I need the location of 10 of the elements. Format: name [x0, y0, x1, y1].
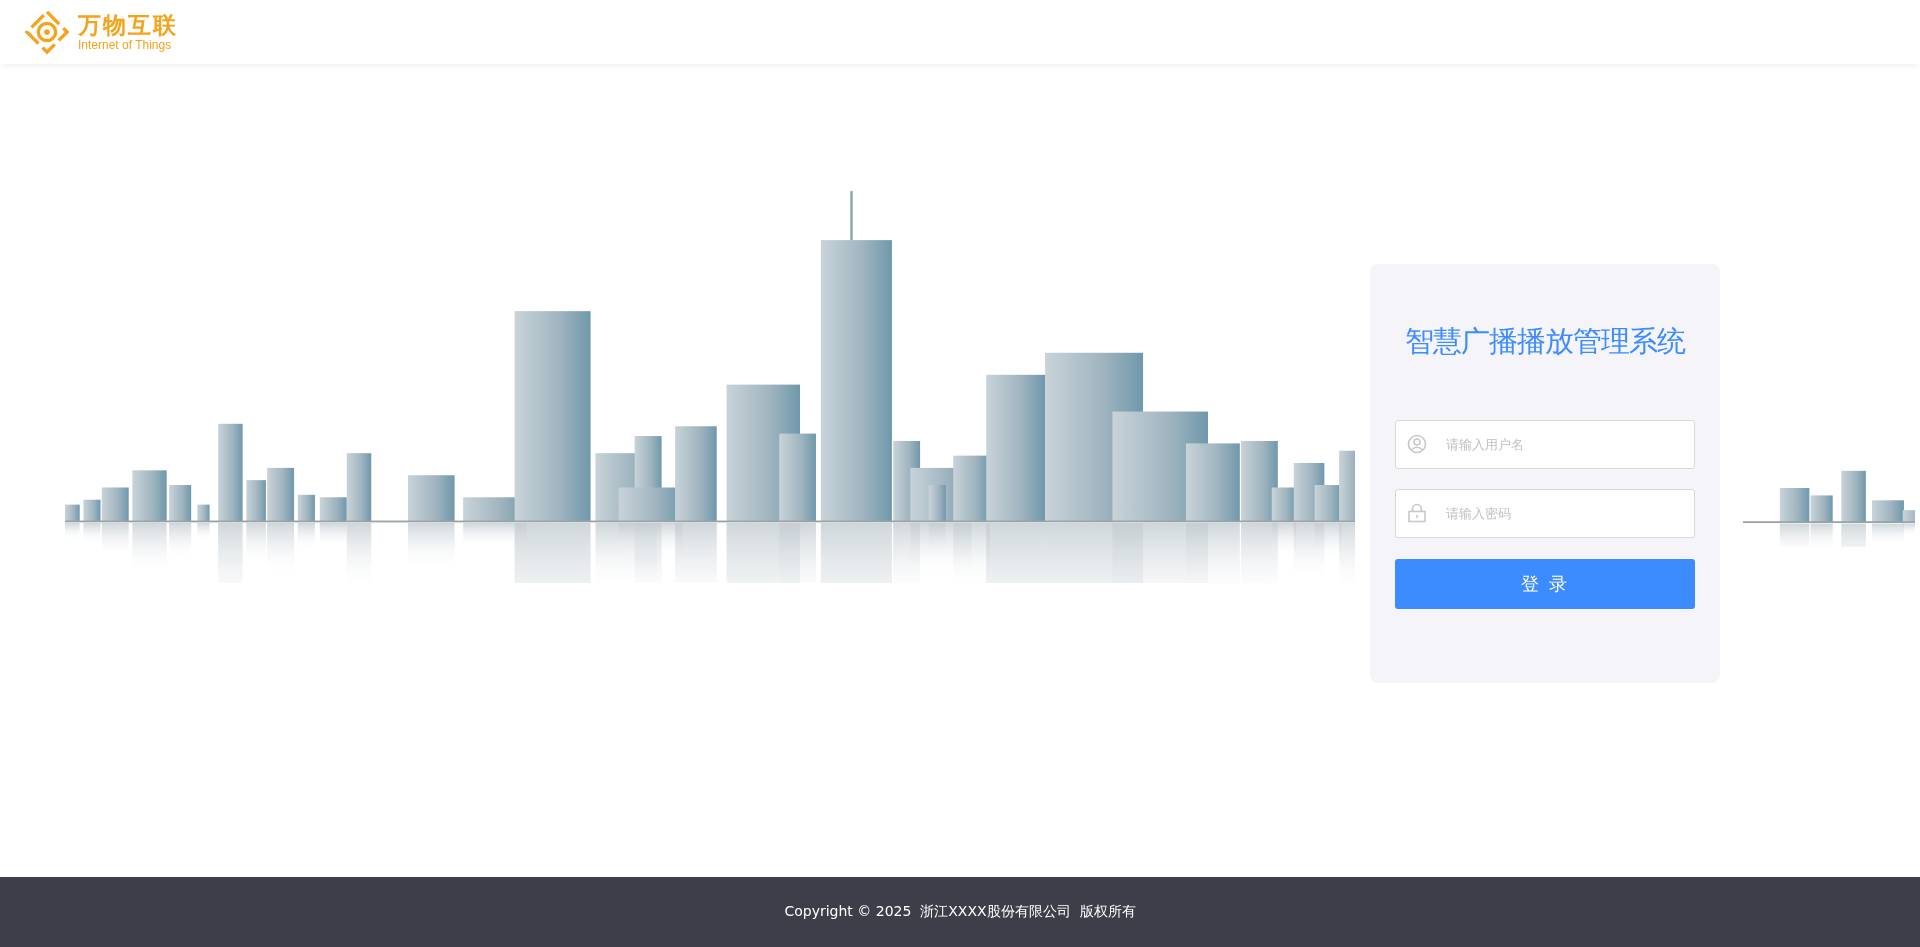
- logo-icon: [24, 9, 70, 55]
- user-icon: [1407, 434, 1427, 454]
- login-button[interactable]: 登 录: [1395, 559, 1695, 609]
- logo-title: 万物互联: [78, 13, 178, 37]
- lock-icon: [1407, 503, 1427, 523]
- copyright-text: Copyright © 2025 浙江XXXX股份有限公司 版权所有: [784, 903, 1136, 921]
- username-field[interactable]: 请输入用户名: [1395, 420, 1695, 469]
- logo-subtitle: Internet of Things: [78, 38, 173, 51]
- system-title: 智慧广播播放管理系统: [1404, 323, 1687, 360]
- password-field[interactable]: 请输入密码: [1395, 489, 1695, 538]
